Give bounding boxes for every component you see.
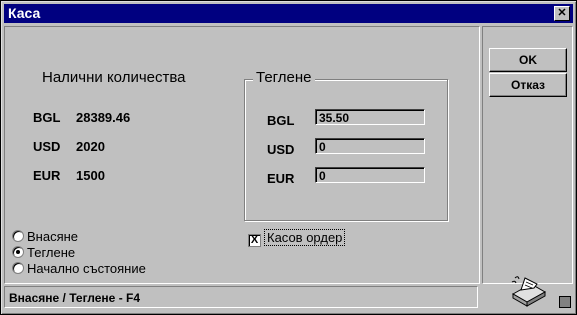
close-button[interactable]: ✕	[554, 6, 570, 21]
cancel-button[interactable]: Отказ	[489, 73, 567, 97]
cash-order-checkbox[interactable]: X Касов ордер	[248, 229, 346, 247]
available-bgl-label: BGL	[33, 110, 61, 125]
resize-grip-icon[interactable]	[559, 296, 571, 308]
cash-order-label: Касов ордер	[264, 229, 346, 246]
radio-deposit[interactable]: Внасяне	[12, 229, 78, 244]
available-usd-value: 2020	[76, 139, 105, 154]
main-panel: Налични количества BGL 28389.46 USD 2020…	[4, 26, 480, 284]
radio-withdraw-label: Теглене	[27, 245, 76, 260]
available-bgl-value: 28389.46	[76, 110, 131, 125]
close-icon: ✕	[557, 7, 567, 19]
available-usd-label: USD	[33, 139, 61, 154]
available-eur-label: EUR	[33, 168, 61, 183]
status-bar: Внасяне / Теглене - F4	[4, 286, 478, 308]
ok-button[interactable]: OK	[489, 48, 567, 72]
withdraw-eur-label: EUR	[267, 171, 295, 186]
withdraw-group: Теглене BGL 35.50 USD 0 EUR 0	[244, 69, 448, 221]
button-panel: OK Отказ	[482, 26, 573, 284]
radio-deposit-circle[interactable]	[12, 230, 24, 242]
available-heading: Налични количества	[42, 69, 186, 86]
radio-deposit-label: Внасяне	[27, 229, 79, 244]
withdraw-group-title: Теглене	[253, 69, 315, 86]
available-eur-value: 1500	[76, 168, 105, 183]
radio-initial-state-label: Начално състояние	[27, 261, 146, 276]
cash-order-check-box[interactable]: X	[248, 234, 261, 247]
withdraw-bgl-label: BGL	[267, 113, 295, 128]
title-bar[interactable]: Каса ✕	[4, 4, 573, 23]
printer-icon[interactable]	[509, 274, 549, 308]
radio-withdraw[interactable]: Теглене	[12, 245, 75, 260]
withdraw-usd-label: USD	[267, 142, 295, 157]
withdraw-eur-field[interactable]: 0	[315, 167, 425, 183]
radio-initial-state-circle[interactable]	[12, 262, 24, 274]
withdraw-bgl-field[interactable]: 35.50	[315, 109, 425, 125]
window-title: Каса	[8, 5, 41, 21]
withdraw-usd-field[interactable]: 0	[315, 138, 425, 154]
radio-initial-state[interactable]: Начално състояние	[12, 261, 146, 276]
radio-withdraw-circle[interactable]	[12, 246, 24, 258]
cash-dialog: Каса ✕ Налични количества BGL 28389.46 U…	[0, 0, 577, 315]
